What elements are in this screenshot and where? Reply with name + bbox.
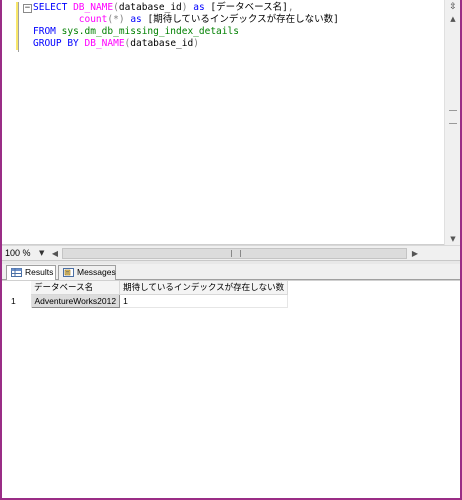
scroll-up-icon[interactable]: ▲: [445, 14, 461, 24]
function-count: count: [78, 14, 108, 25]
paren-close: ): [118, 14, 125, 25]
column-header[interactable]: データベース名: [31, 281, 121, 295]
function-db-name: DB_NAME: [84, 38, 125, 49]
editor-vertical-scrollbar[interactable]: ⇳ ▲ ▼: [444, 0, 460, 245]
scroll-right-icon[interactable]: ▶: [410, 247, 420, 260]
collapse-toggle-icon[interactable]: −: [23, 4, 32, 13]
keyword-group-by: GROUP BY: [33, 38, 79, 49]
grid-cell[interactable]: AdventureWorks2012: [30, 293, 121, 308]
grid-header-row: データベース名 期待しているインデックスが存在しない数: [8, 281, 289, 295]
sql-code[interactable]: SELECT DB_NAME(database_id) as [データベース名]…: [33, 2, 339, 50]
object-missing-index-details: sys.dm_db_missing_index_details: [61, 26, 239, 37]
column-header[interactable]: 期待しているインデックスが存在しない数: [119, 281, 289, 295]
split-handle-icon[interactable]: ⇳: [448, 2, 458, 12]
messages-icon: [63, 268, 74, 277]
results-pane[interactable]: データベース名 期待しているインデックスが存在しない数 1 AdventureW…: [2, 280, 460, 498]
code-line-1: SELECT DB_NAME(database_id) as [データベース名]…: [33, 2, 294, 13]
tab-messages[interactable]: Messages: [58, 265, 116, 280]
code-line-2: count(*) as [期待しているインデックスが存在しない数]: [79, 14, 339, 25]
results-grid[interactable]: データベース名 期待しているインデックスが存在しない数 1 AdventureW…: [8, 281, 289, 308]
paren-close: ): [193, 38, 199, 49]
results-tab-bar: Results Messages: [2, 264, 460, 281]
keyword-as: as: [130, 14, 142, 25]
grid-corner[interactable]: [8, 281, 31, 294]
alias-missing-index-count: [期待しているインデックスが存在しない数]: [147, 14, 339, 25]
row-number[interactable]: 1: [8, 294, 32, 307]
function-db-name: DB_NAME: [73, 2, 114, 13]
grip-icon: [231, 250, 241, 257]
scroll-down-icon[interactable]: ▼: [445, 234, 461, 244]
zoom-value: 100 %: [5, 248, 31, 258]
editor-status-bar: 100 % ▼ ◀ ▶: [2, 245, 460, 261]
argument-database-id: database_id: [118, 2, 182, 13]
chevron-down-icon[interactable]: ▼: [39, 247, 44, 260]
keyword-select: SELECT: [33, 2, 68, 13]
keyword-from: FROM: [33, 26, 56, 37]
tab-results[interactable]: Results: [6, 265, 56, 281]
code-line-4: GROUP BY DB_NAME(database_id): [33, 38, 199, 49]
paren-close: ): [181, 2, 188, 13]
argument-database-id: database_id: [130, 38, 194, 49]
grid-cell[interactable]: 1: [119, 294, 289, 308]
tab-results-label: Results: [25, 267, 54, 277]
tab-messages-label: Messages: [77, 267, 116, 277]
grid-icon: [11, 268, 22, 277]
query-editor[interactable]: − SELECT DB_NAME(database_id) as [データベース…: [2, 0, 444, 245]
code-line-3: FROM sys.dm_db_missing_index_details: [33, 26, 239, 37]
horizontal-scroll-thumb[interactable]: [62, 248, 407, 259]
scroll-left-icon[interactable]: ◀: [50, 247, 60, 260]
alias-database-name: [データベース名]: [210, 2, 288, 13]
scroll-thumb[interactable]: [449, 110, 457, 124]
keyword-as: as: [193, 2, 205, 13]
table-row[interactable]: 1 AdventureWorks2012 1: [8, 293, 289, 308]
comma: ,: [287, 2, 294, 13]
